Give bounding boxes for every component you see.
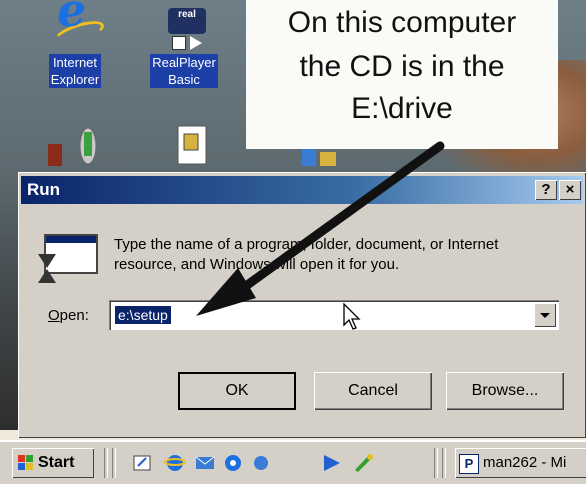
open-label: Open: <box>48 307 89 324</box>
run-program-icon <box>36 234 98 286</box>
cancel-button[interactable]: Cancel <box>314 372 432 410</box>
run-dialog-title-bar[interactable]: Run ? × <box>21 176 583 204</box>
realplayer-icon: real <box>158 8 210 50</box>
paint-icon[interactable] <box>352 452 374 474</box>
dialog-description: Type the name of a program, folder, docu… <box>114 235 574 275</box>
network-icon[interactable] <box>300 146 340 170</box>
media-player-icon[interactable] <box>320 452 342 474</box>
taskbar-separator <box>104 448 108 478</box>
browse-button[interactable]: Browse... <box>446 372 564 410</box>
taskbar: Start P man262 - Mi <box>0 440 586 484</box>
taskbar-separator <box>442 448 446 478</box>
realplayer-badge: real <box>168 8 206 34</box>
callout-line-1: On this computer <box>287 6 517 39</box>
callout-line-2: the CD is in the <box>299 50 505 83</box>
open-combobox[interactable]: e:\setup <box>109 300 559 330</box>
callout-line-3: E:\drive <box>351 92 453 125</box>
open-input-value[interactable]: e:\setup <box>115 306 171 324</box>
taskbar-window-button[interactable]: P man262 - Mi <box>455 448 586 478</box>
outlook-express-icon[interactable] <box>194 452 216 474</box>
ok-button[interactable]: OK <box>178 372 296 410</box>
taskbar-separator <box>434 448 438 478</box>
internet-explorer-icon[interactable] <box>164 452 186 474</box>
desktop-icon-label: RealPlayer <box>152 55 216 70</box>
open-label-text: pen: <box>59 307 89 324</box>
run-dialog: Run ? × Type the name of a program, fold… <box>18 172 586 438</box>
desktop-icon-label: Basic <box>168 72 200 87</box>
clipboard-icon[interactable] <box>176 122 210 170</box>
internet-explorer-icon: e <box>51 0 107 50</box>
messenger-icon[interactable] <box>250 452 272 474</box>
start-label: Start <box>38 454 75 471</box>
desktop-icon-realplayer[interactable]: real RealPlayer Basic <box>146 8 222 88</box>
windows-logo-icon <box>18 455 33 470</box>
media-icon[interactable] <box>222 452 244 474</box>
cd-icon[interactable] <box>40 122 110 170</box>
taskbar-window-label: man262 - Mi <box>483 454 567 471</box>
dropdown-button[interactable] <box>534 303 556 327</box>
desktop-icon-label: Internet <box>52 55 98 70</box>
instruction-callout: On this computer the CD is in the E:\dri… <box>246 0 558 149</box>
description-line-2: resource, and Windows will open it for y… <box>114 256 400 273</box>
chevron-down-icon <box>540 313 550 318</box>
desktop-icon-internet-explorer[interactable]: e Internet Explorer <box>36 0 114 88</box>
description-line-1: Type the name of a program, folder, docu… <box>114 236 499 253</box>
show-desktop-icon[interactable] <box>132 452 154 474</box>
help-button[interactable]: ? <box>535 180 557 200</box>
taskbar-separator <box>112 448 116 478</box>
close-button[interactable]: × <box>559 180 581 200</box>
mouse-cursor-icon <box>343 303 361 330</box>
desktop-icon-label: Explorer <box>50 72 100 87</box>
start-button[interactable]: Start <box>12 448 94 478</box>
dialog-title: Run <box>27 180 61 199</box>
publisher-icon: P <box>459 454 479 474</box>
